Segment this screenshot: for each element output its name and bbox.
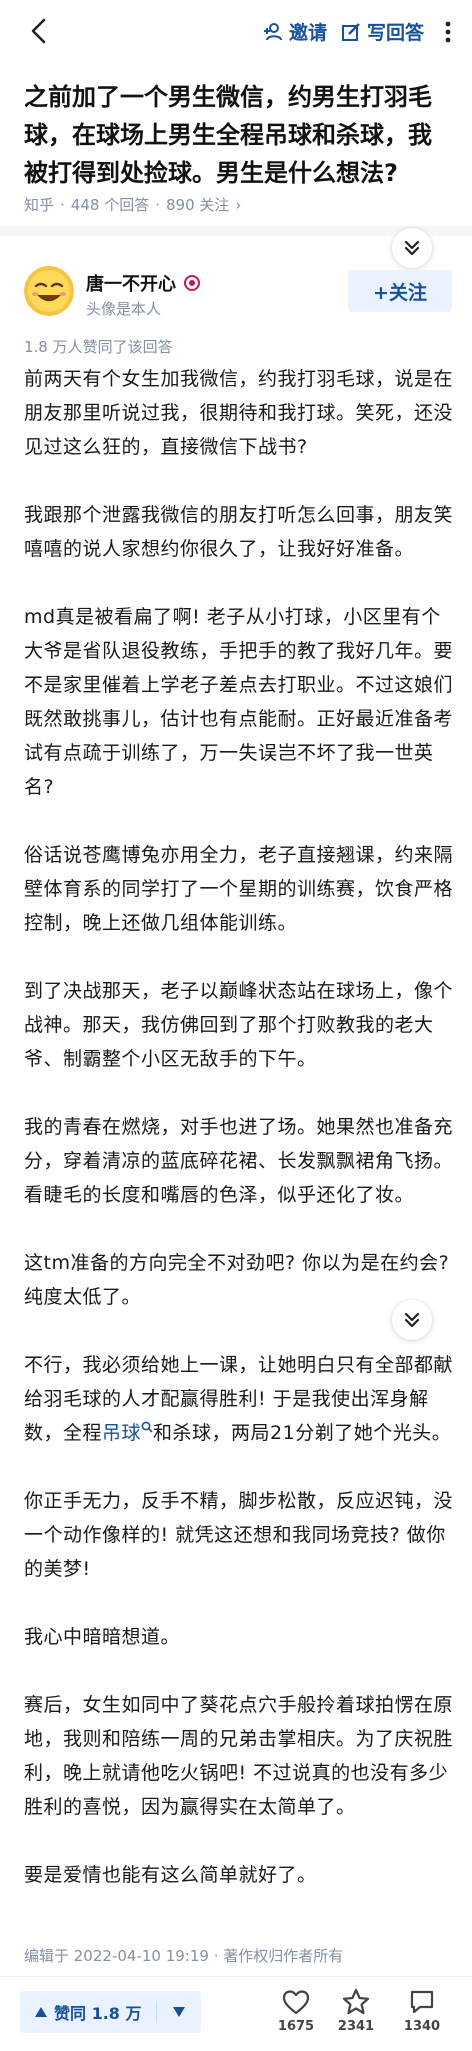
keyword-text: 吊球 (102, 1422, 142, 1444)
upvote-button[interactable]: 赞同 1.8 万 (20, 1991, 156, 2033)
star-icon (342, 1988, 370, 2015)
question-title[interactable]: 之前加了一个男生微信，约男生打羽毛球，在球场上男生全程吊球和杀球，我被打得到处捡… (24, 78, 454, 192)
back-button[interactable] (22, 14, 56, 48)
triangle-up-icon (35, 2007, 47, 2017)
triangle-down-icon (172, 2007, 185, 2017)
double-chevron-down-icon (404, 1312, 420, 1328)
author-card: 唐一不开心 头像是本人 +关注 (24, 266, 452, 322)
top-actions: 邀请 写回答 (263, 18, 458, 45)
answer-paragraph: 不行，我必须给她上一课，让她明白只有全部都献给羽毛球的人才配赢得胜利! 于是我使… (24, 1348, 456, 1450)
comment-icon (410, 1990, 434, 2014)
answer-paragraph: 你正手无力，反手不精，脚步松散，反应迟钝，没一个动作像样的! 就凭这还想和我同场… (24, 1490, 454, 1580)
answer-paragraph: 我跟那个泄露我微信的朋友打听怎么回事，朋友笑嘻嘻的说人家想约你很久了，让我好好准… (24, 504, 454, 560)
answer-paragraph: 这tm准备的方向完全不对劲吧? 你以为是在约会? 纯度太低了。 (24, 1252, 450, 1308)
more-button[interactable] (438, 19, 458, 45)
bottom-action-bar: 赞同 1.8 万 1675 2341 1340 (0, 1976, 472, 2051)
answers-count: 448 个回答 (70, 196, 150, 214)
question-meta[interactable]: 知乎 · 448 个回答 · 890 关注 › (24, 194, 241, 215)
like-button[interactable]: 1675 (266, 1987, 326, 2034)
edit-icon (341, 22, 360, 41)
answer-paragraph: 赛后，女生如同中了葵花点穴手般拎着球拍愣在原地，我则和陪练一周的兄弟击掌相庆。为… (24, 1694, 454, 1818)
like-count: 1675 (277, 2019, 315, 2034)
collapse-answer-button[interactable] (392, 1300, 432, 1340)
invite-button[interactable]: 邀请 (263, 18, 327, 45)
meta-separator: · (155, 195, 160, 214)
invite-label: 邀请 (288, 22, 327, 44)
answer-paragraph: 我的青春在燃烧，对手也进了场。她果然也准备充分，穿着清凉的蓝底碎花裙、长发飘飘裙… (24, 1116, 454, 1206)
chevron-right-icon: › (235, 195, 242, 214)
answer-content: 前两天有个女生加我微信，约我打羽毛球，说是在朋友那里听说过我，很期待和我打球。笑… (24, 362, 456, 1926)
smiley-avatar-icon (24, 266, 74, 316)
collapse-button[interactable] (392, 228, 432, 268)
invite-user-icon (263, 22, 282, 40)
answer-paragraph: 到了决战那天，老子以巅峰状态站在球场上，像个战神。那天，我仿佛回到了那个打败教我… (24, 980, 454, 1070)
double-chevron-down-icon (404, 240, 420, 256)
chevron-left-icon (31, 18, 46, 44)
keyword-link[interactable]: 吊球 (102, 1421, 153, 1444)
author-name-row[interactable]: 唐一不开心 (86, 270, 200, 296)
vote-group: 赞同 1.8 万 (20, 1991, 201, 2033)
avatar[interactable] (24, 266, 74, 316)
author-name: 唐一不开心 (86, 274, 176, 295)
downvote-button[interactable] (157, 1991, 201, 2033)
comment-count: 1340 (403, 2019, 441, 2034)
followers-count: 890 关注 (165, 196, 230, 214)
write-answer-button[interactable]: 写回答 (341, 18, 424, 45)
favorite-count: 2341 (337, 2019, 375, 2034)
meta-separator: · (60, 195, 65, 214)
heart-icon (282, 1990, 310, 2015)
answer-paragraph: 我心中暗暗想道。 (24, 1626, 181, 1648)
more-vertical-icon (445, 21, 451, 42)
answer-paragraph: 俗话说苍鹰博兔亦用全力，老子直接翘课，约来隔壁体育系的同学打了一个星期的训练赛，… (24, 844, 454, 934)
write-answer-label: 写回答 (366, 22, 424, 44)
favorite-button[interactable]: 2341 (326, 1987, 386, 2034)
answer-paragraph: 前两天有个女生加我微信，约我打羽毛球，说是在朋友那里听说过我，很期待和我打球。笑… (24, 368, 454, 458)
follow-button[interactable]: +关注 (348, 270, 452, 312)
edit-info: 编辑于 2022-04-10 19:19 · 著作权归作者所有 (24, 1947, 344, 1965)
comment-button[interactable]: 1340 (392, 1987, 452, 2034)
answer-paragraph: 要是爱情也能有这么简单就好了。 (24, 1864, 317, 1886)
top-nav-bar: 邀请 写回答 (0, 0, 472, 62)
vote-label: 赞同 1.8 万 (54, 2004, 142, 2023)
search-icon (141, 1421, 153, 1433)
author-subtitle: 头像是本人 (86, 300, 162, 318)
answer-paragraph: md真是被看扁了啊! 老子从小打球，小区里有个大爷是省队退役教练，手把手的教了我… (24, 606, 454, 798)
badge-icon (184, 275, 200, 291)
vote-summary: 1.8 万人赞同了该回答 (24, 338, 173, 356)
paragraph-text: 和杀球，两局21分剃了她个光头。 (153, 1422, 452, 1444)
source-label: 知乎 (24, 196, 55, 214)
